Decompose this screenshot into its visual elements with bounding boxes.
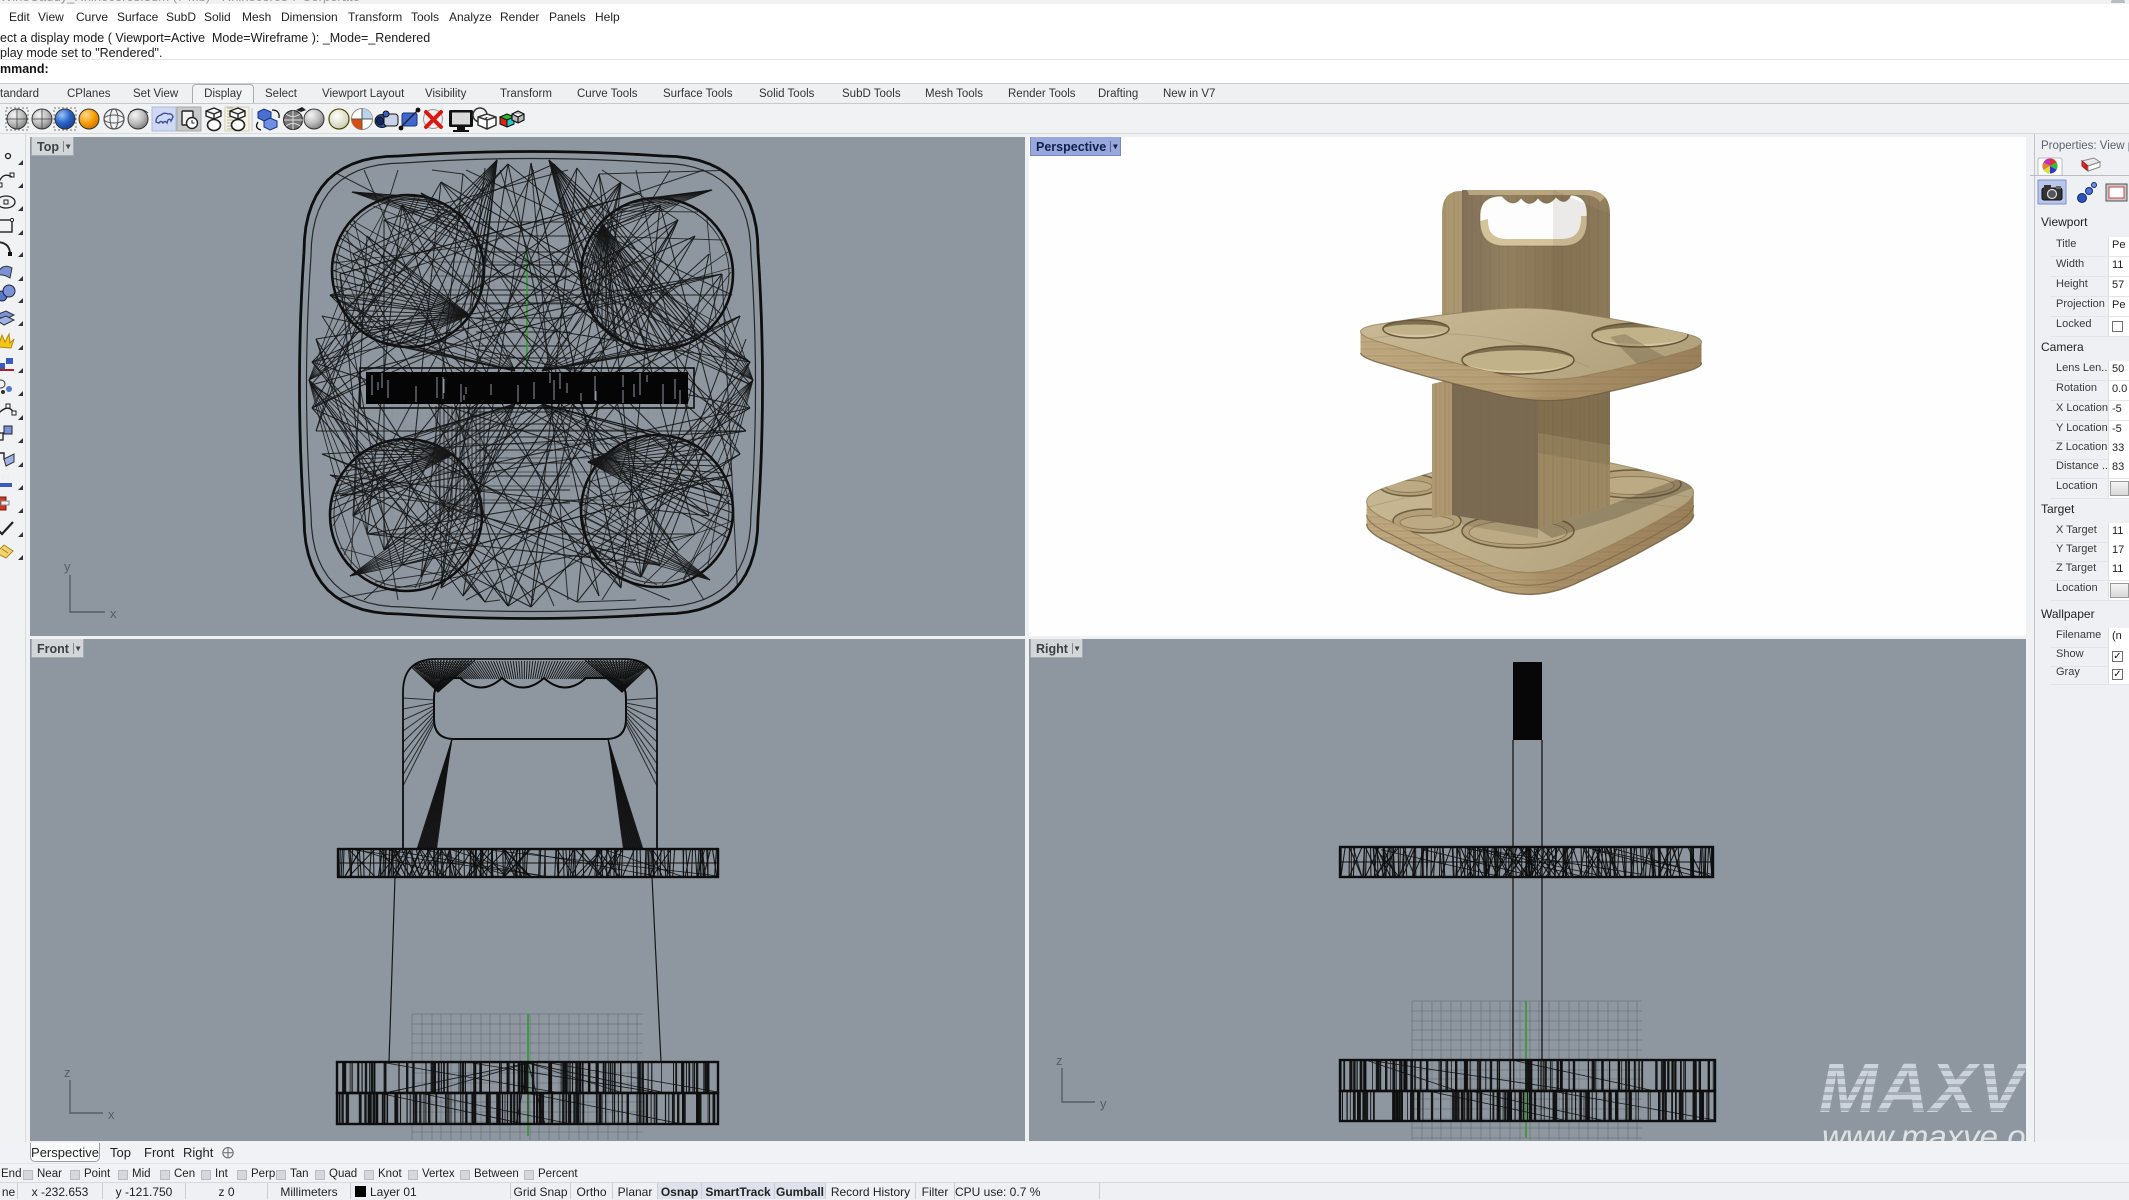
svg-text:x: x xyxy=(110,606,117,621)
svg-text:www.maxve.org: www.maxve.org xyxy=(1822,1118,2026,1141)
svg-text:MAXVE: MAXVE xyxy=(1819,1049,2026,1127)
svg-text:x: x xyxy=(108,1107,115,1122)
svg-text:z: z xyxy=(64,1065,71,1080)
svg-text:y: y xyxy=(64,559,71,574)
